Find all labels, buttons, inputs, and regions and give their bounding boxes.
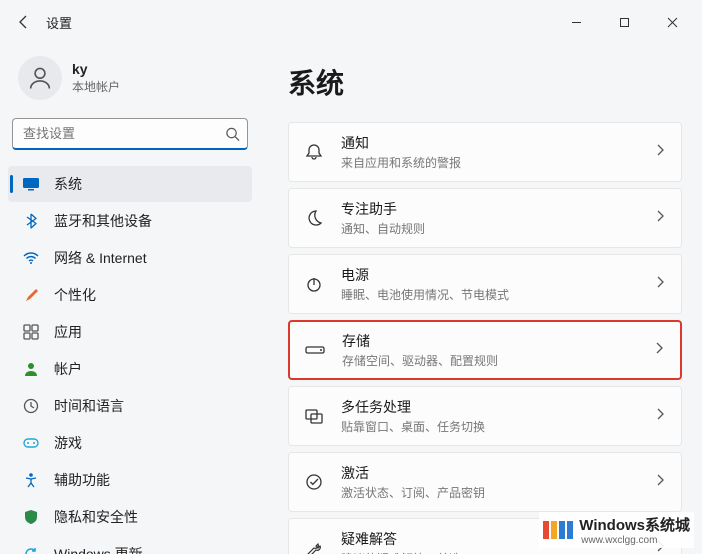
multitask-icon — [303, 405, 325, 427]
avatar — [18, 56, 62, 100]
wrench-icon — [303, 537, 325, 554]
nav-apps[interactable]: 应用 — [8, 314, 252, 350]
settings-cards: 通知 来自应用和系统的警报 专注助手 通知、自动规则 电源 睡眠、电池使用情况、… — [288, 122, 682, 554]
nav-label: 应用 — [54, 322, 82, 342]
window-title: 设置 — [46, 13, 72, 32]
content-area: ky 本地帐户 系统 蓝牙和其他设备 网络 & Internet — [0, 44, 702, 554]
search-icon — [225, 127, 240, 142]
maximize-button[interactable] — [602, 7, 646, 37]
chevron-right-icon — [653, 209, 667, 228]
card-sub: 通知、自动规则 — [341, 220, 653, 237]
update-icon — [22, 545, 40, 554]
nav-gaming[interactable]: 游戏 — [8, 425, 252, 461]
power-icon — [303, 273, 325, 295]
main: 系统 通知 来自应用和系统的警报 专注助手 通知、自动规则 — [260, 44, 702, 554]
storage-icon — [304, 339, 326, 361]
card-notifications[interactable]: 通知 来自应用和系统的警报 — [288, 122, 682, 182]
card-sub: 睡眠、电池使用情况、节电模式 — [341, 286, 653, 303]
minimize-button[interactable] — [554, 7, 598, 37]
card-activation[interactable]: 激活 激活状态、订阅、产品密钥 — [288, 452, 682, 512]
nav-privacy[interactable]: 隐私和安全性 — [8, 499, 252, 535]
arrow-left-icon — [16, 14, 32, 30]
minimize-icon — [571, 17, 582, 28]
bell-icon — [303, 141, 325, 163]
nav-label: 时间和语言 — [54, 396, 124, 416]
check-circle-icon — [303, 471, 325, 493]
person-icon — [26, 64, 54, 92]
close-icon — [667, 17, 678, 28]
profile-name: ky — [72, 61, 120, 77]
nav-network[interactable]: 网络 & Internet — [8, 240, 252, 276]
chevron-right-icon — [653, 275, 667, 294]
clock-globe-icon — [22, 397, 40, 415]
chevron-right-icon — [653, 143, 667, 162]
gamepad-icon — [22, 434, 40, 452]
card-title: 专注助手 — [341, 199, 653, 219]
card-sub: 贴靠窗口、桌面、任务切换 — [341, 418, 653, 435]
card-title: 通知 — [341, 133, 653, 153]
nav-update[interactable]: Windows 更新 — [8, 536, 252, 554]
nav-label: 网络 & Internet — [54, 248, 147, 268]
nav-label: 辅助功能 — [54, 470, 110, 490]
card-focus[interactable]: 专注助手 通知、自动规则 — [288, 188, 682, 248]
nav-label: 系统 — [54, 174, 82, 194]
shield-icon — [22, 508, 40, 526]
card-title: 电源 — [341, 265, 653, 285]
nav-bluetooth[interactable]: 蓝牙和其他设备 — [8, 203, 252, 239]
nav-time[interactable]: 时间和语言 — [8, 388, 252, 424]
watermark-logo-icon — [543, 521, 573, 539]
card-title: 激活 — [341, 463, 653, 483]
page-title: 系统 — [288, 62, 682, 102]
brush-icon — [22, 286, 40, 304]
watermark-text: Windows系统城 — [579, 517, 690, 534]
back-button[interactable] — [8, 6, 40, 38]
chevron-right-icon — [652, 341, 666, 360]
search-wrap — [8, 118, 252, 162]
bluetooth-icon — [22, 212, 40, 230]
card-sub: 建议的疑难解答、首选 — [341, 550, 653, 554]
window-controls — [554, 7, 694, 37]
moon-icon — [303, 207, 325, 229]
apps-icon — [22, 323, 40, 341]
nav-label: 帐户 — [54, 359, 82, 379]
display-icon — [22, 175, 40, 193]
wifi-icon — [22, 249, 40, 267]
nav-system[interactable]: 系统 — [8, 166, 252, 202]
card-sub: 激活状态、订阅、产品密钥 — [341, 484, 653, 501]
card-sub: 来自应用和系统的警报 — [341, 154, 653, 171]
card-storage[interactable]: 存储 存储空间、驱动器、配置规则 — [288, 320, 682, 380]
watermark-url: www.wxclgg.com — [581, 535, 690, 546]
search-input[interactable] — [12, 118, 248, 150]
profile-block[interactable]: ky 本地帐户 — [8, 44, 252, 118]
watermark: Windows系统城 www.wxclgg.com — [539, 512, 694, 548]
titlebar: 设置 — [0, 0, 702, 44]
card-title: 存储 — [342, 331, 652, 351]
nav-label: Windows 更新 — [54, 544, 143, 554]
maximize-icon — [619, 17, 630, 28]
accessibility-icon — [22, 471, 40, 489]
nav-accessibility[interactable]: 辅助功能 — [8, 462, 252, 498]
nav: 系统 蓝牙和其他设备 网络 & Internet 个性化 应用 帐户 — [8, 166, 252, 554]
card-power[interactable]: 电源 睡眠、电池使用情况、节电模式 — [288, 254, 682, 314]
account-icon — [22, 360, 40, 378]
card-multitask[interactable]: 多任务处理 贴靠窗口、桌面、任务切换 — [288, 386, 682, 446]
profile-sub: 本地帐户 — [72, 78, 120, 95]
close-button[interactable] — [650, 7, 694, 37]
nav-label: 蓝牙和其他设备 — [54, 211, 152, 231]
nav-accounts[interactable]: 帐户 — [8, 351, 252, 387]
card-sub: 存储空间、驱动器、配置规则 — [342, 352, 652, 369]
sidebar: ky 本地帐户 系统 蓝牙和其他设备 网络 & Internet — [0, 44, 260, 554]
card-title: 多任务处理 — [341, 397, 653, 417]
chevron-right-icon — [653, 407, 667, 426]
nav-personalization[interactable]: 个性化 — [8, 277, 252, 313]
nav-label: 隐私和安全性 — [54, 507, 138, 527]
chevron-right-icon — [653, 473, 667, 492]
nav-label: 游戏 — [54, 433, 82, 453]
nav-label: 个性化 — [54, 285, 96, 305]
